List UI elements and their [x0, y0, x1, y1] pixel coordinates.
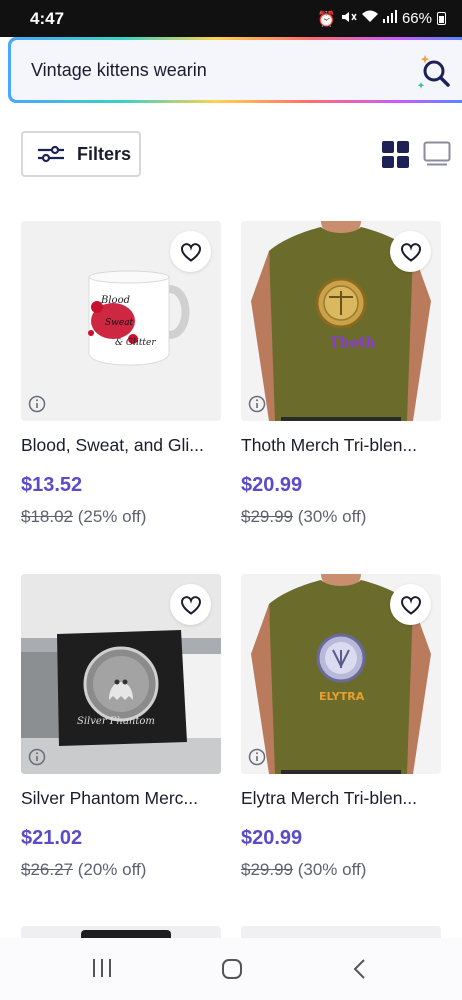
status-bar: 4:47 ⏰ 66% [0, 0, 462, 37]
product-price: $21.02 [21, 827, 83, 849]
product-title[interactable]: Thoth Merch Tri-blen... [241, 435, 441, 456]
original-price-row: $29.99 (30% off) [241, 507, 441, 527]
original-price-row: $18.02 (25% off) [21, 507, 221, 527]
info-icon[interactable] [28, 395, 46, 413]
favorite-button[interactable] [390, 584, 431, 625]
product-price: $20.99 [241, 474, 303, 496]
original-price-row: $29.99 (30% off) [241, 860, 441, 880]
info-icon[interactable] [248, 395, 266, 413]
product-image[interactable]: Thoth [241, 221, 441, 421]
heart-icon [180, 242, 201, 262]
product-card[interactable]: Thoth Thoth Merch Tri-blen... $20.99 $29… [241, 221, 441, 527]
sliders-icon [38, 145, 64, 163]
alarm-icon: ⏰ [317, 10, 336, 28]
shirt-text: Thoth [329, 335, 376, 351]
favorite-button[interactable] [390, 231, 431, 272]
product-image[interactable]: Blood Sweat & Glitter [21, 221, 221, 421]
original-price: $29.99 [241, 860, 293, 879]
search-input[interactable] [31, 59, 391, 81]
back-icon[interactable] [352, 958, 366, 980]
search-bar [8, 37, 462, 103]
heart-icon [180, 595, 201, 615]
mug-text-2: Sweat [105, 318, 134, 328]
search-icon[interactable] [415, 52, 455, 92]
battery-percent: 66% [401, 10, 432, 27]
product-card[interactable]: ELYTRA Elytra Merch Tri-blen... $20.99 $… [241, 574, 441, 880]
product-price: $20.99 [241, 827, 303, 849]
shirt-text: ELYTRA [319, 690, 365, 703]
product-image[interactable]: ELYTRA [241, 574, 441, 774]
grid-view-icon[interactable] [382, 141, 409, 168]
product-card-partial[interactable] [241, 926, 441, 938]
heart-icon [400, 242, 421, 262]
info-icon[interactable] [28, 748, 46, 766]
original-price: $29.99 [241, 507, 293, 526]
product-card[interactable]: Silver Phantom Silver Phantom Merc... $2… [21, 574, 221, 880]
discount-label: (30% off) [297, 860, 367, 879]
mute-icon [341, 10, 357, 28]
status-icons: ⏰ 66% [317, 10, 446, 28]
favorite-button[interactable] [170, 231, 211, 272]
system-nav-bar [0, 938, 462, 1000]
status-time: 4:47 [30, 8, 65, 28]
original-price-row: $26.27 (20% off) [21, 860, 221, 880]
product-card-partial[interactable] [21, 926, 221, 938]
search-box [11, 40, 462, 100]
signal-icon [382, 10, 397, 27]
product-title[interactable]: Silver Phantom Merc... [21, 788, 221, 809]
wifi-icon [361, 10, 378, 27]
favorite-button[interactable] [170, 584, 211, 625]
discount-label: (25% off) [77, 507, 147, 526]
single-view-icon[interactable] [423, 141, 451, 167]
product-image-partial [81, 930, 171, 938]
product-card[interactable]: Blood Sweat & Glitter Blood, Sweat, and … [21, 221, 221, 527]
discount-label: (30% off) [297, 507, 367, 526]
home-icon[interactable] [221, 958, 243, 980]
mug-text-3: & Glitter [115, 338, 156, 348]
product-image[interactable]: Silver Phantom [21, 574, 221, 774]
product-title[interactable]: Blood, Sweat, and Gli... [21, 435, 221, 456]
info-icon[interactable] [248, 748, 266, 766]
filters-label: Filters [77, 143, 132, 164]
product-price: $13.52 [21, 474, 83, 496]
original-price: $18.02 [21, 507, 73, 526]
battery-icon [437, 12, 446, 25]
original-price: $26.27 [21, 860, 73, 879]
mug-text-1: Blood [100, 295, 130, 306]
pillow-text: Silver Phantom [77, 716, 155, 727]
product-title[interactable]: Elytra Merch Tri-blen... [241, 788, 441, 809]
recent-apps-icon[interactable] [91, 958, 113, 978]
filters-button[interactable]: Filters [21, 131, 141, 177]
heart-icon [400, 595, 421, 615]
discount-label: (20% off) [77, 860, 147, 879]
